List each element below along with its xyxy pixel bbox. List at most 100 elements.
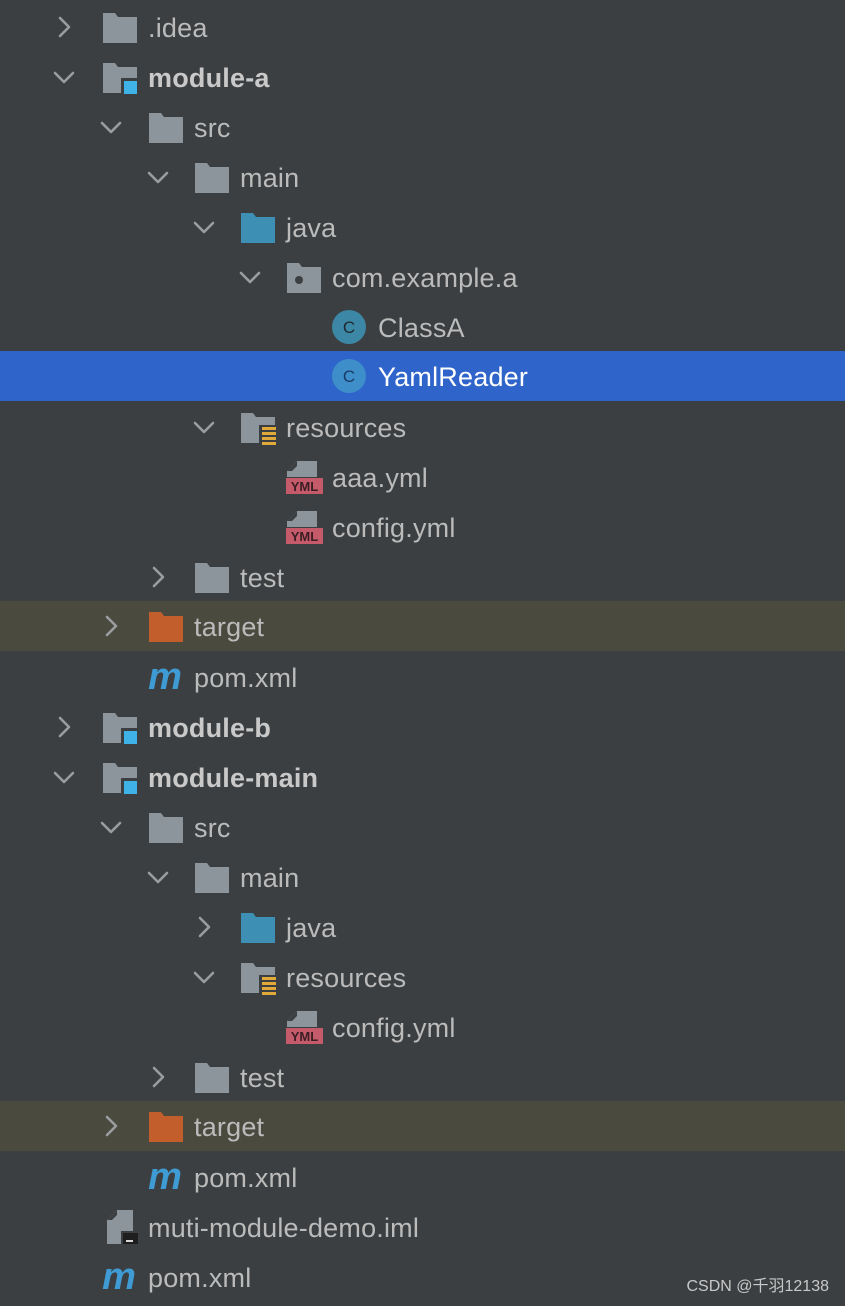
yml-file-icon: YML xyxy=(286,511,323,544)
chevron-right-icon[interactable] xyxy=(99,614,123,638)
tree-row-target[interactable]: target xyxy=(0,601,845,651)
tree-row-test[interactable]: test xyxy=(0,552,845,602)
tree-item-label: resources xyxy=(286,413,407,443)
tree-row-idea[interactable]: .idea xyxy=(0,2,845,52)
chevron-down-icon[interactable] xyxy=(192,415,216,439)
tree-row-target[interactable]: target xyxy=(0,1101,845,1151)
chevron-right-icon[interactable] xyxy=(99,1114,123,1138)
chevron-right-icon[interactable] xyxy=(52,715,76,739)
tree-row-pom[interactable]: m pom.xml xyxy=(0,652,845,702)
chevron-right-icon[interactable] xyxy=(52,15,76,39)
chevron-right-icon[interactable] xyxy=(192,915,216,939)
tree-item-label: test xyxy=(240,1063,285,1093)
chevron-down-icon[interactable] xyxy=(99,815,123,839)
package-icon xyxy=(287,263,321,293)
tree-item-label: com.example.a xyxy=(332,263,518,293)
tree-item-label: pom.xml xyxy=(194,1163,298,1193)
tree-row-java[interactable]: java xyxy=(0,902,845,952)
module-folder-icon xyxy=(103,713,138,745)
chevron-down-icon[interactable] xyxy=(146,865,170,889)
tree-row-package[interactable]: com.example.a xyxy=(0,252,845,302)
tree-item-label: src xyxy=(194,813,231,843)
chevron-right-icon[interactable] xyxy=(146,1065,170,1089)
tree-row-module-main[interactable]: module-main xyxy=(0,752,845,802)
tree-item-label: .idea xyxy=(148,13,208,43)
source-folder-icon xyxy=(241,913,275,943)
yml-file-icon: YML xyxy=(286,461,323,494)
tree-item-label: java xyxy=(286,213,337,243)
tree-row-iml[interactable]: muti-module-demo.iml xyxy=(0,1202,845,1252)
tree-item-label: config.yml xyxy=(332,1013,456,1043)
project-tree: .idea module-a src main java com.example… xyxy=(0,0,845,1306)
resources-folder-icon xyxy=(241,963,277,995)
tree-item-label: ClassA xyxy=(378,313,465,343)
tree-item-label: config.yml xyxy=(332,513,456,543)
excluded-folder-icon xyxy=(149,1112,183,1142)
tree-row-yamlreader[interactable]: C YamlReader xyxy=(0,351,845,401)
tree-row-java[interactable]: java xyxy=(0,202,845,252)
tree-item-label: module-main xyxy=(148,763,319,793)
module-folder-icon xyxy=(103,763,138,795)
folder-icon xyxy=(149,113,183,143)
chevron-down-icon[interactable] xyxy=(52,765,76,789)
tree-item-label: aaa.yml xyxy=(332,463,428,493)
svg-text:m: m xyxy=(148,1159,182,1195)
folder-icon xyxy=(149,813,183,843)
svg-text:YML: YML xyxy=(291,479,319,494)
source-folder-icon xyxy=(241,213,275,243)
tree-row-src[interactable]: src xyxy=(0,102,845,152)
tree-row-module-a[interactable]: module-a xyxy=(0,52,845,102)
svg-text:m: m xyxy=(102,1259,136,1295)
java-class-icon: C xyxy=(332,359,366,393)
tree-item-label: pom.xml xyxy=(194,663,298,693)
svg-text:YML: YML xyxy=(291,1029,319,1044)
tree-row-resources[interactable]: resources xyxy=(0,402,845,452)
chevron-down-icon[interactable] xyxy=(192,215,216,239)
svg-text:YML: YML xyxy=(291,529,319,544)
maven-icon: m xyxy=(148,659,182,695)
folder-icon xyxy=(195,563,229,593)
tree-row-test[interactable]: test xyxy=(0,1052,845,1102)
tree-item-label: main xyxy=(240,863,300,893)
tree-row-config-yml[interactable]: YML config.yml xyxy=(0,1002,845,1052)
tree-row-module-b[interactable]: module-b xyxy=(0,702,845,752)
tree-item-label: java xyxy=(286,913,337,943)
java-class-icon: C xyxy=(332,310,366,344)
svg-text:C: C xyxy=(343,318,355,337)
folder-icon xyxy=(195,163,229,193)
folder-icon xyxy=(103,13,137,43)
tree-item-label: src xyxy=(194,113,231,143)
iml-file-icon xyxy=(107,1210,139,1245)
tree-item-label: test xyxy=(240,563,285,593)
tree-row-main[interactable]: main xyxy=(0,152,845,202)
tree-item-label: muti-module-demo.iml xyxy=(148,1213,420,1243)
watermark: CSDN @千羽12138 xyxy=(686,1278,829,1295)
excluded-folder-icon xyxy=(149,612,183,642)
tree-row-pom[interactable]: m pom.xml xyxy=(0,1152,845,1202)
maven-icon: m xyxy=(148,1159,182,1195)
resources-folder-icon xyxy=(241,413,277,445)
tree-row-config-yml[interactable]: YML config.yml xyxy=(0,502,845,552)
chevron-right-icon[interactable] xyxy=(146,565,170,589)
module-folder-icon xyxy=(103,63,138,95)
tree-item-label: pom.xml xyxy=(148,1263,252,1293)
tree-row-aaa-yml[interactable]: YML aaa.yml xyxy=(0,452,845,502)
chevron-down-icon[interactable] xyxy=(238,265,262,289)
chevron-down-icon[interactable] xyxy=(99,115,123,139)
svg-text:m: m xyxy=(148,659,182,695)
tree-item-label: target xyxy=(194,612,265,642)
chevron-down-icon[interactable] xyxy=(52,65,76,89)
svg-text:C: C xyxy=(343,367,355,386)
tree-item-label: module-b xyxy=(148,713,272,743)
chevron-down-icon[interactable] xyxy=(146,165,170,189)
tree-item-label: YamlReader xyxy=(378,362,529,392)
yml-file-icon: YML xyxy=(286,1011,323,1044)
tree-row-resources[interactable]: resources xyxy=(0,952,845,1002)
maven-icon: m xyxy=(102,1259,136,1295)
tree-row-classa[interactable]: C ClassA xyxy=(0,302,845,352)
folder-icon xyxy=(195,1063,229,1093)
tree-item-label: resources xyxy=(286,963,407,993)
tree-row-main[interactable]: main xyxy=(0,852,845,902)
chevron-down-icon[interactable] xyxy=(192,965,216,989)
tree-row-src[interactable]: src xyxy=(0,802,845,852)
